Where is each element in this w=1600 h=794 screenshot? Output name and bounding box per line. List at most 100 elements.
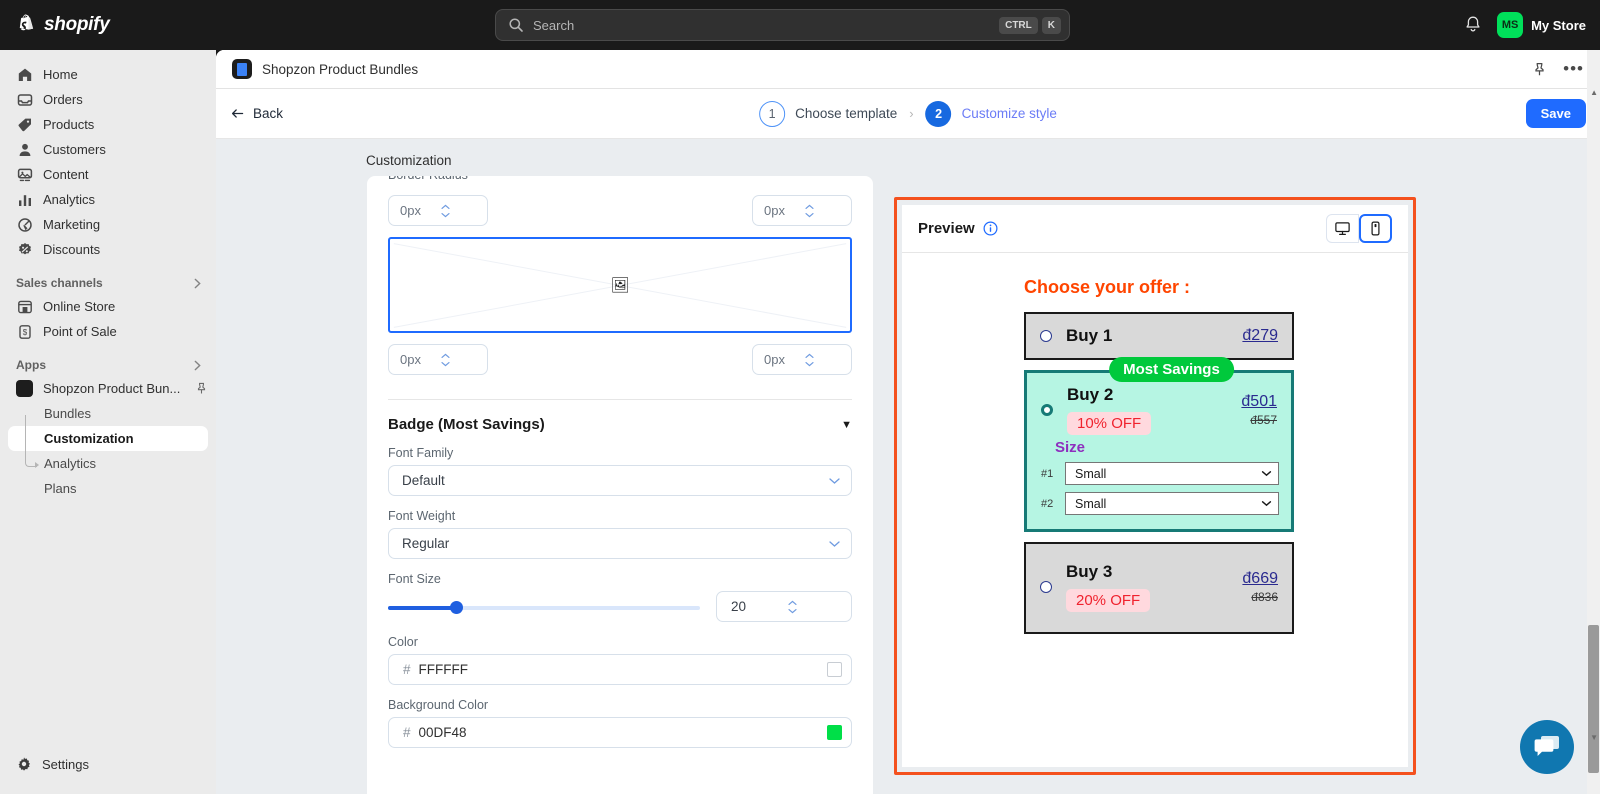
ellipsis-icon[interactable]: ••• [1563, 60, 1584, 77]
sidebar-item-plans[interactable]: Plans [8, 476, 208, 501]
font-family-select[interactable]: Default [388, 465, 852, 496]
stepper-icon[interactable] [787, 600, 843, 614]
sidebar-item-content[interactable]: Content [8, 162, 208, 187]
preview-image-placeholder[interactable]: 🖼 [388, 237, 852, 333]
sidebar-item-label: Discounts [43, 242, 101, 257]
sidebar-group-apps[interactable]: Apps [16, 358, 204, 372]
font-size-slider[interactable] [388, 600, 700, 614]
scroll-up-arrow[interactable]: ▲ [1590, 88, 1598, 97]
sidebar-item-bundles[interactable]: Bundles [8, 401, 208, 426]
scroll-down-arrow[interactable]: ▼ [1590, 733, 1598, 742]
tree-arrow [35, 462, 39, 468]
sidebar-subitem-label: Bundles [44, 406, 91, 421]
stepper-icon[interactable] [804, 353, 844, 367]
app-header: Shopzon Product Bundles ••• [216, 50, 1600, 89]
color-label: Color [388, 635, 418, 649]
sidebar-item-online-store[interactable]: Online Store [8, 294, 208, 319]
preview-panel: Preview Choose your offer: Buy 1 đ279 M… [902, 205, 1408, 767]
radius-top-right-input[interactable]: 0px [752, 195, 852, 226]
sidebar-group-sales-channels[interactable]: Sales channels [16, 276, 204, 290]
scrollbar-thumb[interactable] [1588, 625, 1599, 773]
color-input[interactable]: # FFFFFF [388, 654, 852, 685]
sidebar-item-customization[interactable]: Customization [8, 426, 208, 451]
offer-card-buy-1[interactable]: Buy 1 đ279 [1024, 312, 1294, 360]
offer-card-row: Buy 1 đ279 [1026, 314, 1292, 358]
info-icon[interactable] [983, 221, 998, 236]
config-panel: Border Radius 0px 0px [367, 176, 873, 794]
sidebar-settings-label: Settings [42, 756, 89, 772]
offer-radio-buy-2[interactable] [1041, 404, 1053, 416]
sidebar-item-home[interactable]: Home [8, 62, 208, 87]
offer-card-buy-3[interactable]: Buy 3 20% OFF đ669 đ836 [1024, 542, 1294, 634]
sidebar-item-label: Customers [43, 142, 106, 157]
background-color-input[interactable]: # 00DF48 [388, 717, 852, 748]
chat-widget-button[interactable] [1520, 720, 1574, 774]
offer-card-body: Buy 3 20% OFF [1052, 562, 1242, 612]
offer-label: Buy 2 [1067, 385, 1114, 404]
store-switcher[interactable]: MS My Store [1497, 12, 1586, 38]
notification-bell-icon[interactable] [1463, 15, 1483, 35]
color-value: FFFFFF [418, 662, 468, 677]
radius-top-left-input[interactable]: 0px [388, 195, 488, 226]
save-button[interactable]: Save [1525, 99, 1586, 128]
sidebar-item-app-shopzon[interactable]: Shopzon Product Bun... [8, 376, 208, 401]
preview-title: Preview [918, 220, 975, 237]
page-scrollbar[interactable] [1587, 50, 1600, 794]
sidebar-item-label: Products [43, 117, 95, 132]
sidebar-item-orders[interactable]: Orders [8, 87, 208, 112]
chevron-down-icon[interactable]: ▼ [841, 419, 852, 431]
slider-thumb[interactable] [450, 600, 464, 614]
variant-select-1[interactable]: Small [1065, 462, 1279, 485]
step-2-label[interactable]: Customize style [962, 106, 1057, 121]
variant-value: Small [1075, 466, 1107, 481]
mobile-view-button[interactable] [1359, 214, 1392, 243]
sidebar-item-products[interactable]: Products [8, 112, 208, 137]
pin-icon[interactable] [195, 382, 208, 395]
sidebar-item-discounts[interactable]: Discounts [8, 237, 208, 262]
sidebar-item-label: Analytics [43, 192, 96, 207]
offer-card-buy-2[interactable]: Most Savings Buy 2 10% OFF đ501 đ557 Siz… [1024, 357, 1294, 532]
offer-price: đ501 [1241, 393, 1277, 410]
radius-top-left-value: 0px [400, 203, 421, 218]
bg-color-swatch[interactable] [827, 725, 842, 740]
radius-bottom-right-input[interactable]: 0px [752, 344, 852, 375]
sidebar-item-point-of-sale[interactable]: $ Point of Sale [8, 319, 208, 344]
sidebar-item-customers[interactable]: Customers [8, 137, 208, 162]
sidebar-item-settings[interactable]: Settings [0, 756, 216, 772]
sidebar-item-marketing[interactable]: Marketing [8, 212, 208, 237]
sidebar-item-label: Marketing [43, 217, 101, 232]
chevron-down-icon [1261, 471, 1272, 477]
search-placeholder: Search [533, 17, 575, 33]
font-family-value: Default [402, 473, 445, 488]
gear-icon [18, 757, 30, 771]
badge-section-header[interactable]: Badge (Most Savings) ▼ [388, 416, 852, 433]
offer-old-price: đ836 [1251, 590, 1278, 604]
sidebar-subitem-label: Plans [44, 481, 77, 496]
global-search-box[interactable]: Search CTRL K [495, 9, 1070, 41]
step-1-label[interactable]: Choose template [795, 106, 897, 121]
stepper-icon[interactable] [440, 204, 480, 218]
border-radius-label: Border Radius [388, 176, 852, 182]
offer-radio-buy-1[interactable] [1040, 330, 1052, 342]
main-frame: Shopzon Product Bundles ••• Back 1 Choos… [216, 50, 1600, 794]
wizard-subnav: Back 1 Choose template › 2 Customize sty… [216, 89, 1600, 139]
step-2-number[interactable]: 2 [925, 100, 952, 127]
radius-bottom-left-input[interactable]: 0px [388, 344, 488, 375]
color-swatch[interactable] [827, 662, 842, 677]
font-size-input[interactable]: 20 [716, 591, 852, 622]
offer-discount: 20% OFF [1066, 589, 1151, 612]
step-1-number[interactable]: 1 [759, 100, 786, 127]
desktop-view-button[interactable] [1326, 214, 1359, 243]
variant-select-2[interactable]: Small [1065, 492, 1279, 515]
stepper-icon[interactable] [440, 353, 480, 367]
sidebar-item-analytics[interactable]: Analytics [8, 187, 208, 212]
pos-icon: $ [16, 323, 33, 340]
font-weight-select[interactable]: Regular [388, 528, 852, 559]
pin-icon[interactable] [1532, 62, 1547, 77]
shopify-logo[interactable]: shopify [0, 14, 110, 36]
stepper-icon[interactable] [804, 204, 844, 218]
offer-radio-buy-3[interactable] [1040, 581, 1052, 593]
topbar-right: MS My Store [1463, 0, 1586, 50]
variant-row-2: #2 Small [1041, 492, 1279, 515]
back-button[interactable]: Back [230, 106, 283, 121]
